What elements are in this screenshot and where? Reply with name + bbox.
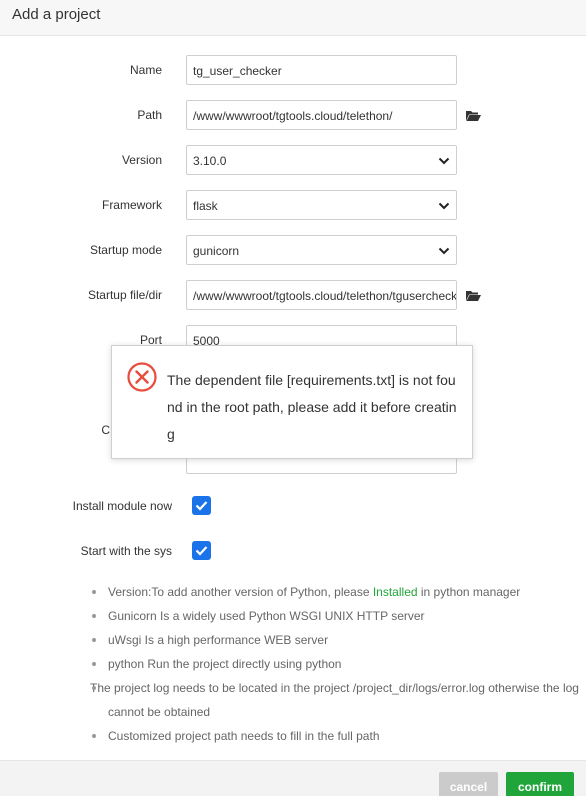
install-module-row: Install module now	[0, 494, 586, 518]
checkmark-icon	[195, 501, 208, 511]
folder-open-icon[interactable]	[465, 109, 481, 122]
error-toast: The dependent file [requirements.txt] is…	[111, 345, 473, 459]
tip-item: Gunicorn Is a widely used Python WSGI UN…	[90, 604, 580, 628]
name-row: Name tg_user_checker	[0, 55, 586, 87]
framework-select[interactable]: flask	[186, 190, 457, 220]
tip-item: The project log needs to be located in t…	[72, 676, 580, 724]
tips-list: Version:To add another version of Python…	[90, 580, 580, 748]
error-message: The dependent file [requirements.txt] is…	[167, 372, 457, 442]
dialog-footer: cancel confirm	[0, 760, 586, 796]
startup-file-row: Startup file/dir /www/wwwroot/tgtools.cl…	[0, 280, 586, 312]
startup-mode-row: Startup mode gunicorn	[0, 235, 586, 267]
startup-file-label: Startup file/dir	[87, 288, 162, 302]
checkmark-icon	[195, 546, 208, 556]
start-with-sys-row: Start with the sys	[0, 539, 586, 563]
tip-item: python Run the project directly using py…	[90, 652, 580, 676]
install-module-label: Install module now	[72, 499, 172, 513]
path-row: Path /www/wwwroot/tgtools.cloud/telethon…	[0, 100, 586, 132]
start-with-sys-label: Start with the sys	[80, 544, 172, 558]
name-input[interactable]: tg_user_checker	[186, 55, 457, 85]
chevron-down-icon	[438, 157, 450, 165]
start-with-sys-checkbox[interactable]	[192, 541, 211, 560]
tip-item: Version:To add another version of Python…	[90, 580, 580, 604]
name-label: Name	[129, 63, 162, 77]
version-row: Version 3.10.0	[0, 145, 586, 177]
hidden-row-label: C	[101, 423, 110, 437]
dialog-title: Add a project	[12, 6, 101, 23]
chevron-down-icon	[438, 247, 450, 255]
version-label: Version	[121, 153, 162, 167]
cancel-button[interactable]: cancel	[439, 772, 498, 796]
chevron-down-icon	[438, 202, 450, 210]
path-input[interactable]: /www/wwwroot/tgtools.cloud/telethon/	[186, 100, 457, 130]
version-select[interactable]: 3.10.0	[186, 145, 457, 175]
install-module-checkbox[interactable]	[192, 496, 211, 515]
folder-open-icon[interactable]	[465, 289, 481, 302]
tip-item: uWsgi Is a high performance WEB server	[90, 628, 580, 652]
error-circle-icon	[127, 362, 157, 392]
version-value: 3.10.0	[193, 154, 227, 168]
startup-mode-value: gunicorn	[193, 244, 240, 258]
confirm-button[interactable]: confirm	[506, 772, 574, 796]
framework-row: Framework flask	[0, 190, 586, 222]
startup-mode-label: Startup mode	[89, 243, 162, 257]
startup-mode-select[interactable]: gunicorn	[186, 235, 457, 265]
framework-value: flask	[193, 199, 218, 213]
framework-label: Framework	[101, 198, 162, 212]
tip-item: Customized project path needs to fill in…	[90, 724, 580, 748]
installed-link[interactable]: Installed	[373, 585, 418, 599]
path-label: Path	[137, 108, 162, 122]
startup-file-input[interactable]: /www/wwwroot/tgtools.cloud/telethon/tgus…	[186, 280, 457, 310]
dialog-header: Add a project	[0, 0, 586, 36]
